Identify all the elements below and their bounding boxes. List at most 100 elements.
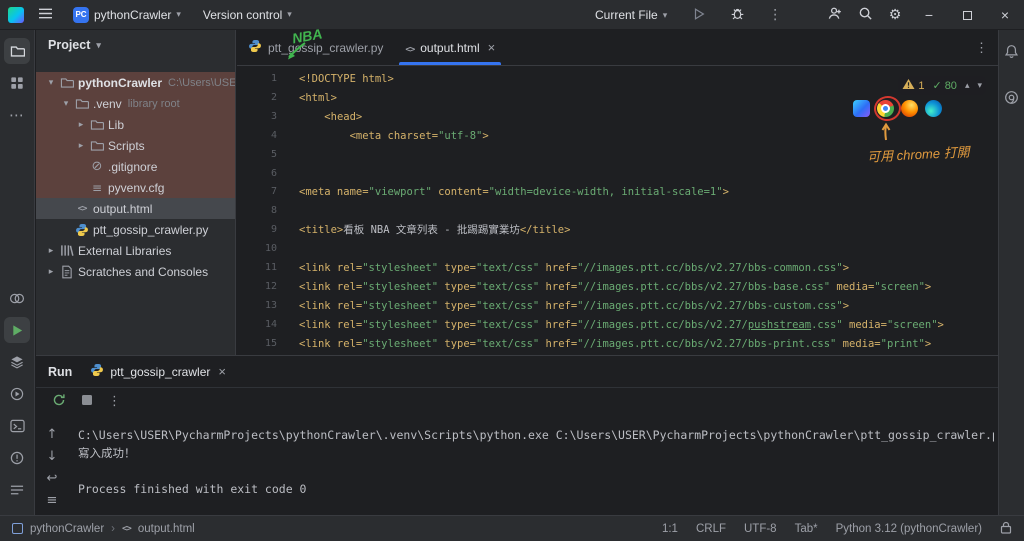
chevron-down-icon[interactable]: ▾ [59,98,73,109]
breadcrumb-project[interactable]: pythonCrawler [30,523,104,535]
tree-item-lib[interactable]: ▸ Lib [36,114,235,135]
project-widget[interactable]: PC pythonCrawler ▾ [66,4,188,26]
code-line-1[interactable]: 1 <!DOCTYPE html> [237,70,998,89]
tab-output-html[interactable]: <> output.html × [394,30,506,65]
code-line-text: <link rel="stylesheet" type="text/css" h… [299,280,932,293]
problems-tool-button[interactable] [4,445,30,471]
close-tab-icon[interactable]: × [488,40,496,55]
more-tool-windows-tool-button[interactable]: ⋯ [4,102,30,128]
code-line-7[interactable]: 7 <meta name="viewport" content="width=de… [237,183,998,202]
inspection-ok[interactable]: ✓ 80 [932,79,956,92]
firefox-icon[interactable] [901,100,918,117]
builtin-preview-icon[interactable] [853,100,870,117]
code-line-13[interactable]: 13 <link rel="stylesheet" type="text/css"… [237,297,998,316]
status-item-1-1[interactable]: 1:1 [662,523,678,535]
stop-button[interactable] [81,394,93,409]
prev-problem-icon[interactable]: ▴ [965,80,970,91]
vcs-widget[interactable]: Version control ▾ [196,5,299,25]
notifications-tool-button[interactable] [999,40,1024,66]
status-item-python-3-12-pythoncrawler-[interactable]: Python 3.12 (pythonCrawler) [836,523,982,535]
editor-tab-bar: ptt_gossip_crawler.py <> output.html × ⋮ [237,30,998,66]
close-button[interactable]: × [986,0,1024,30]
code-line-14[interactable]: 14 <link rel="stylesheet" type="text/css"… [237,316,998,335]
settings-button[interactable]: ⚙ [880,0,910,30]
python-console-tool-button[interactable] [4,381,30,407]
chevron-down-icon[interactable]: ▾ [44,77,58,88]
code-with-me-button[interactable] [820,0,850,30]
project-avatar: PC [73,6,89,23]
console-line-1[interactable]: C:\Users\USER\PycharmProjects\pythonCraw… [78,426,994,444]
breadcrumb-file[interactable]: output.html [138,523,195,535]
warning-icon [902,78,915,93]
code-line-8[interactable]: 8 [237,202,998,221]
run-console[interactable]: C:\Users\USER\PycharmProjects\pythonCraw… [78,416,994,513]
console-line-2[interactable]: 寫入成功！ [78,444,994,462]
console-left-rail: ↑ ↓ ↩ ≡ [36,418,68,515]
ai-assistant-tool-button[interactable] [999,86,1024,112]
tree-item--gitignore[interactable]: ⊘ .gitignore [36,156,235,177]
tab-options-icon[interactable]: ⋮ [975,30,988,66]
tree-item-scratches-and-consoles[interactable]: ▸ Scratches and Consoles [36,261,235,282]
edge-icon[interactable] [925,100,942,117]
run-tool-button[interactable] [4,317,30,343]
run-config-selector[interactable]: Current File ▾ [588,5,674,25]
tree-item-pyvenv-cfg[interactable]: ≡ pyvenv.cfg [36,177,235,198]
code-line-12[interactable]: 12 <link rel="stylesheet" type="text/css"… [237,278,998,297]
title-bar: PC pythonCrawler ▾ Version control ▾ Cur… [0,0,1024,30]
structure-tool-button[interactable] [4,70,30,96]
left-strip-top-group: ⋯ [4,38,30,134]
code-line-10[interactable]: 10 [237,240,998,259]
chevron-right-icon[interactable]: ▸ [74,119,88,130]
python-packages-tool-button[interactable] [4,285,30,311]
chevron-right-icon[interactable]: ▸ [74,140,88,151]
services-tool-button[interactable] [4,349,30,375]
run-more-options-icon[interactable]: ⋮ [108,395,121,408]
close-run-tab-icon[interactable]: × [218,364,226,379]
tab-ptt-gossip-crawler-py[interactable]: ptt_gossip_crawler.py [237,30,394,65]
clear-all-button[interactable]: ≡ [47,494,58,507]
code-line-6[interactable]: 6 [237,165,998,184]
inspection-warnings[interactable]: 1 [902,78,924,93]
rerun-button[interactable] [52,393,66,410]
tree-item-label: pythonCrawler [78,75,163,90]
next-occurrence-button[interactable]: ↓ [47,450,58,463]
project-panel-header[interactable]: Project ▾ [36,30,235,60]
tree-item-external-libraries[interactable]: ▸ External Libraries [36,240,235,261]
code-line-15[interactable]: 15 <link rel="stylesheet" type="text/css"… [237,335,998,354]
tree-item-output-html[interactable]: <> output.html [36,198,235,219]
chevron-right-icon[interactable]: ▸ [44,266,58,277]
inspection-widget[interactable]: 1 ✓ 80 ▴ ▾ [898,76,986,95]
tree-item--venv[interactable]: ▾ .venv library root [36,93,235,114]
minimize-button[interactable]: − [910,0,948,30]
status-item-crlf[interactable]: CRLF [696,523,726,535]
console-line-3[interactable] [78,462,994,480]
code-line-11[interactable]: 11 <link rel="stylesheet" type="text/css"… [237,259,998,278]
search-everywhere-button[interactable] [850,0,880,30]
run-tab-ptt-gossip-crawler[interactable]: ptt_gossip_crawler × [84,356,232,387]
library-icon [58,244,76,257]
tree-item-ptt-gossip-crawler-py[interactable]: ptt_gossip_crawler.py [36,219,235,240]
todo-tool-button[interactable] [4,477,30,503]
next-problem-icon[interactable]: ▾ [977,80,982,91]
more-actions-button[interactable]: ⋮ [762,3,788,27]
code-line-text: <head> [324,110,363,123]
maximize-button[interactable] [948,0,986,30]
tree-item-pythoncrawler[interactable]: ▾ pythonCrawler C:\Users\USER\P [36,72,235,93]
project-widget-label: pythonCrawler [94,7,172,22]
status-item-utf-8[interactable]: UTF-8 [744,523,777,535]
code-line-9[interactable]: 9 <title>看板 NBA 文章列表 - 批踢踢實業坊</title> [237,221,998,240]
chevron-right-icon[interactable]: ▸ [44,245,58,256]
lock-icon[interactable] [1000,521,1012,537]
soft-wrap-button[interactable]: ↩ [47,472,58,485]
main-menu-button[interactable] [32,3,58,27]
prev-occurrence-button[interactable]: ↑ [47,428,58,441]
tree-item-scripts[interactable]: ▸ Scripts [36,135,235,156]
terminal-tool-button[interactable] [4,413,30,439]
python-file-icon [90,363,104,380]
console-line-4[interactable]: Process finished with exit code 0 [78,480,994,498]
project-tool-button[interactable] [4,38,30,64]
status-item-tab-[interactable]: Tab* [795,523,818,535]
debug-button[interactable] [724,3,750,27]
run-button[interactable] [686,3,712,27]
